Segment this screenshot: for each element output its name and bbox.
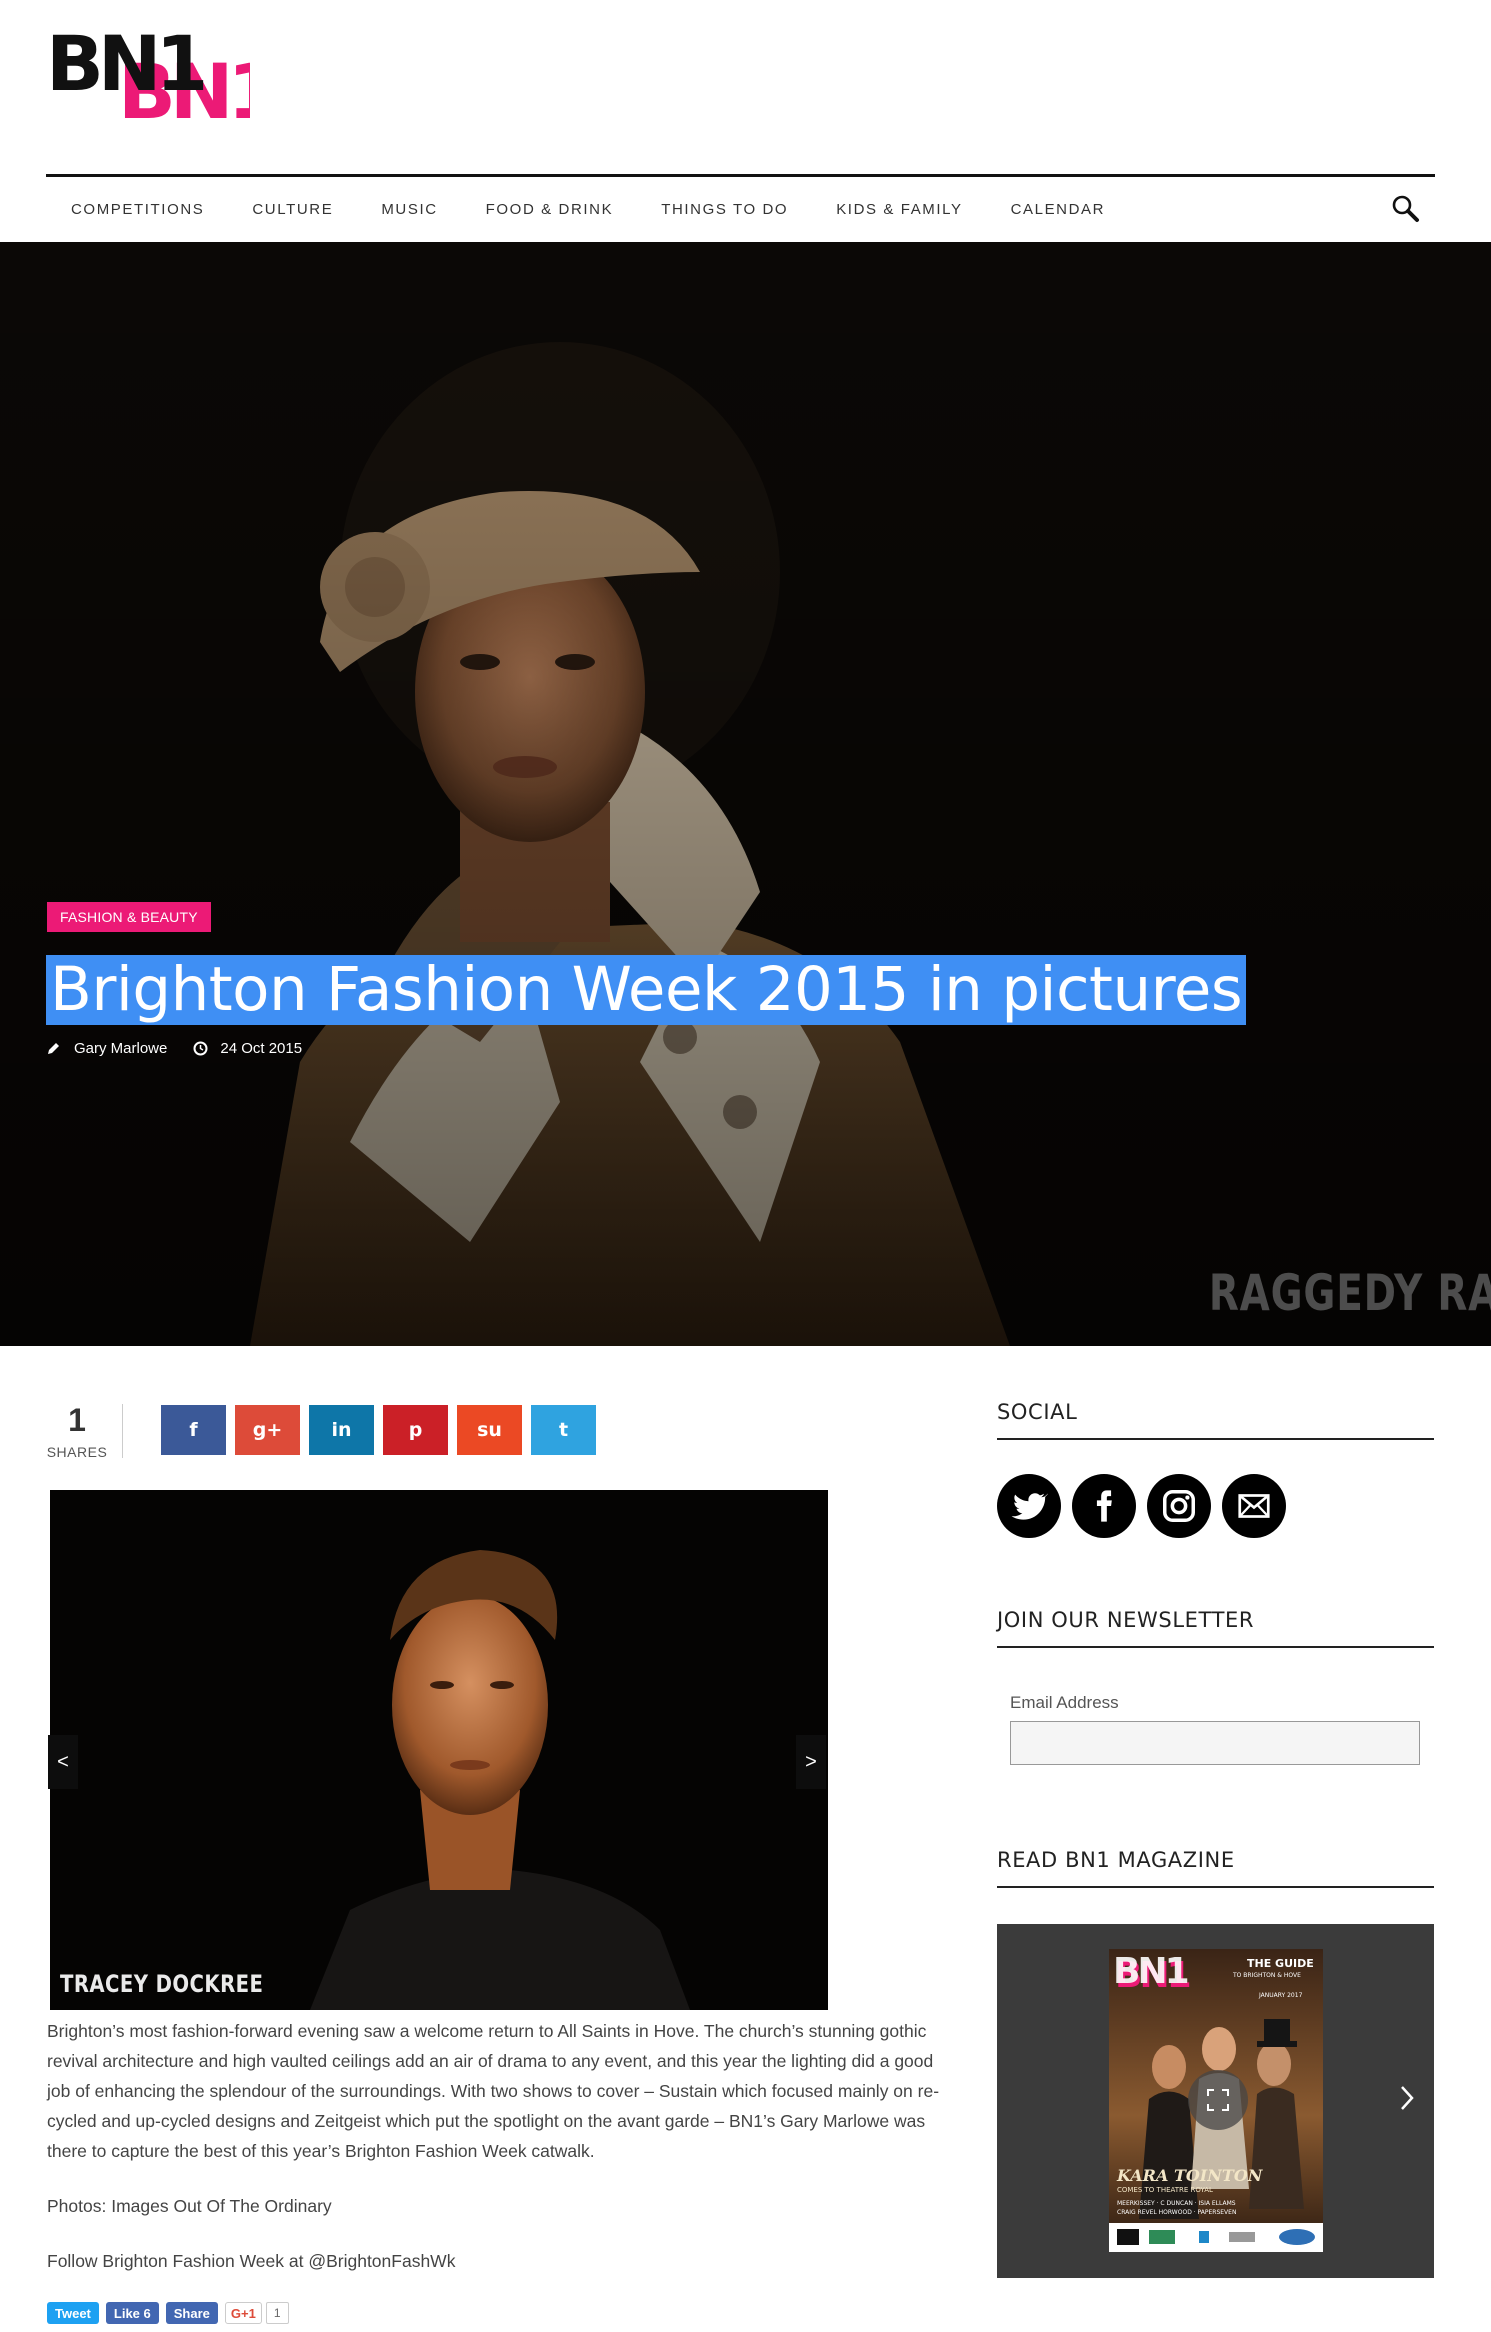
magazine-cover-lines-2: CRAIG REVEL HORWOOD · PAPERSEVEN [1117,2209,1236,2216]
search-icon[interactable] [1391,194,1421,224]
share-count-label: SHARES [46,1444,108,1460]
email-label: Email Address [1010,1693,1119,1712]
email-field[interactable] [1010,1721,1420,1765]
share-count: 1 SHARES [46,1402,108,1460]
stumbleupon-icon: su [477,1419,502,1441]
share-facebook-button[interactable]: f [161,1405,226,1455]
newsletter-heading: JOIN OUR NEWSLETTER [997,1608,1434,1648]
share-linkedin-button[interactable]: in [309,1405,374,1455]
nav-competitions[interactable]: COMPETITIONS [71,201,204,218]
magazine-masthead-shadow: BN1 [1113,1951,1188,1992]
article-body: Brighton’s most fashion-forward evening … [47,2016,952,2301]
twitter-icon: t [558,1419,569,1441]
category-badge[interactable]: FASHION & BEAUTY [47,902,211,932]
share-pinterest-button[interactable]: p [383,1405,448,1455]
pinterest-icon: p [408,1419,423,1441]
social-heading: SOCIAL [997,1400,1434,1440]
share-stumbleupon-button[interactable]: su [457,1405,522,1455]
slider-prev-button[interactable]: < [48,1735,78,1789]
magazine-issue: JANUARY 2017 [1258,1992,1303,1999]
google-plus-one-button[interactable]: G+1 [224,2302,262,2324]
nav-kids-family[interactable]: KIDS & FAMILY [836,201,962,218]
article-title: Brighton Fashion Week 2015 in pictures [46,955,1247,1025]
share-count-number: 1 [68,1402,86,1438]
bn1-logo[interactable]: BN1 BN1 [46,30,250,128]
main-nav: COMPETITIONS CULTURE MUSIC FOOD & DRINK … [46,174,1435,242]
nav-culture[interactable]: CULTURE [252,201,333,218]
twitter-icon[interactable] [997,1474,1061,1538]
facebook-like-button[interactable]: Like 6 [105,2302,159,2324]
facebook-share-button[interactable]: Share [165,2302,218,2324]
share-buttons: f g+ in p su t [161,1405,605,1455]
magazine-headline: KARA TOINTON [1116,2166,1264,2185]
magazine-heading: READ BN1 MAGAZINE [997,1848,1434,1888]
photo-watermark: RAGGEDY RA [1208,1264,1491,1322]
magazine-viewer[interactable]: BN1 BN1 THE GUIDE TO BRIGHTON & HOVE JAN… [997,1924,1434,2278]
gallery-slider[interactable]: TRACEY DOCKREE [50,1490,828,2010]
google-plus-icon: g+ [252,1419,283,1441]
article-paragraph: Brighton’s most fashion-forward evening … [47,2021,940,2161]
article-paragraph: Follow Brighton Fashion Week at @Brighto… [47,2251,456,2271]
hero-banner[interactable]: RAGGEDY RA [0,242,1491,1346]
nav-things-to-do[interactable]: THINGS TO DO [661,201,788,218]
social-links [997,1474,1297,1538]
fullscreen-button[interactable] [1188,2070,1248,2130]
article-meta: Gary Marlowe 24 Oct 2015 [47,1040,302,1057]
magazine-tagline: THE GUIDE [1247,1957,1314,1970]
nav-calendar[interactable]: CALENDAR [1011,201,1106,218]
magazine-cover-lines: MEERKISSEY · C DUNCAN · ISIA ELLAMS [1117,2200,1236,2207]
magazine-tagline-sub: TO BRIGHTON & HOVE [1232,1972,1301,1979]
article-author[interactable]: Gary Marlowe [74,1040,167,1057]
nav-music[interactable]: MUSIC [381,201,437,218]
article-date: 24 Oct 2015 [220,1040,303,1057]
email-icon[interactable] [1222,1474,1286,1538]
share-divider [122,1404,123,1458]
magazine-subhead: COMES TO THEATRE ROYAL [1117,2186,1213,2194]
hero-photo [0,242,1491,1346]
fullscreen-icon [1207,2089,1229,2111]
google-plus-count: 1 [265,2302,289,2324]
facebook-icon[interactable] [1072,1474,1136,1538]
nav-food-drink[interactable]: FOOD & DRINK [486,201,614,218]
instagram-icon[interactable] [1147,1474,1211,1538]
social-plugins: Tweet Like 6 Share G+1 1 [47,2302,289,2324]
svg-text:BN1: BN1 [46,30,204,108]
slider-next-button[interactable]: > [796,1735,826,1789]
share-twitter-button[interactable]: t [531,1405,596,1455]
chevron-right-icon [1401,2086,1414,2110]
gallery-photo [50,1490,828,2010]
magazine-next-button[interactable] [1392,2078,1422,2118]
article-paragraph: Photos: Images Out Of The Ordinary [47,2196,332,2216]
pencil-icon [48,1043,59,1054]
linkedin-icon: in [331,1419,352,1441]
clock-icon [193,1041,208,1056]
magazine-cover[interactable]: BN1 BN1 THE GUIDE TO BRIGHTON & HOVE JAN… [1109,1949,1323,2252]
photo-credit: TRACEY DOCKREE [60,1970,264,1998]
facebook-icon: f [189,1419,198,1441]
tweet-button[interactable]: Tweet [47,2302,99,2324]
share-google-plus-button[interactable]: g+ [235,1405,300,1455]
